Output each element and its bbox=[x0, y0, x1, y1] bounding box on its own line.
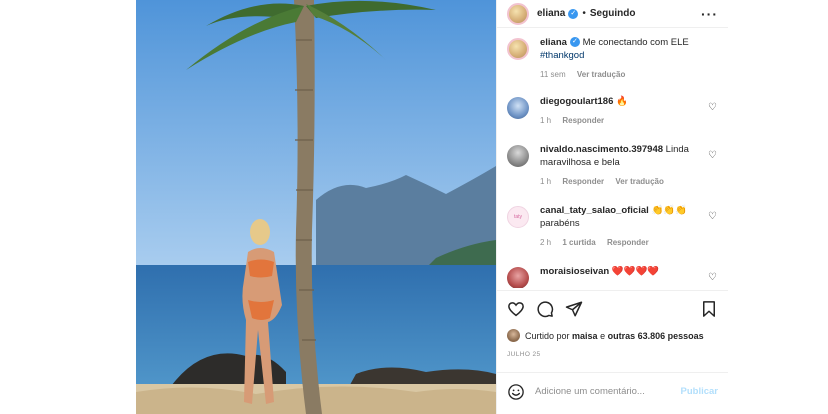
likes-summary: Curtido por maisa e outras 63.806 pessoa… bbox=[507, 329, 722, 342]
verified-badge-icon: ✓ bbox=[568, 8, 579, 19]
more-options-icon[interactable]: ··· bbox=[701, 6, 718, 22]
caption-author-avatar[interactable] bbox=[507, 38, 529, 60]
post-header: eliana ✓ • Seguindo ··· bbox=[497, 0, 728, 28]
comment-like-heart-icon[interactable]: ♡ bbox=[708, 273, 718, 283]
post-actions-bar bbox=[497, 290, 728, 326]
comment-avatar[interactable] bbox=[507, 267, 529, 288]
comment-meta: 2 h 1 curtida Responder bbox=[540, 236, 702, 249]
comment-see-translation[interactable]: Ver tradução bbox=[615, 177, 663, 186]
publish-button[interactable]: Publicar bbox=[681, 386, 719, 397]
beach-photo-illustration bbox=[136, 0, 496, 414]
separator-dot: • bbox=[582, 8, 586, 19]
caption-hashtag[interactable]: #thankgod bbox=[540, 50, 584, 61]
verified-badge-icon: ✓ bbox=[569, 37, 580, 48]
comment-username[interactable]: diegogoulart186 bbox=[540, 96, 613, 107]
liker-avatar[interactable] bbox=[507, 329, 520, 342]
post-photo[interactable] bbox=[136, 0, 496, 414]
comment-username[interactable]: canal_taty_salao_oficial bbox=[540, 205, 649, 216]
comment-reply-button[interactable]: Responder bbox=[607, 238, 649, 247]
comment-icon[interactable] bbox=[536, 300, 554, 318]
comment-text: ❤️❤️❤️❤️ bbox=[611, 266, 660, 277]
avatar-logo-text: taty bbox=[513, 214, 523, 220]
emoji-icon[interactable] bbox=[507, 383, 525, 401]
heart-icon[interactable] bbox=[507, 300, 525, 318]
comment-text: 🔥 bbox=[616, 96, 628, 107]
comment-like-heart-icon[interactable]: ♡ bbox=[708, 212, 718, 222]
add-comment-bar: Publicar bbox=[497, 372, 728, 410]
caption-meta: 11 sem Ver tradução bbox=[540, 68, 702, 81]
comment-item: nivaldo.nascimento.397948 Linda maravilh… bbox=[507, 143, 718, 188]
caption-see-translation[interactable]: Ver tradução bbox=[577, 70, 625, 79]
comment-like-heart-icon[interactable]: ♡ bbox=[708, 151, 718, 161]
comment-item: moraisioseivan ❤️❤️❤️❤️ ♡ bbox=[507, 265, 718, 288]
caption-text: Me conectando com ELE bbox=[582, 37, 689, 48]
paper-plane-icon[interactable] bbox=[565, 300, 583, 318]
comment-item: taty canal_taty_salao_oficial 👏👏👏 parabé… bbox=[507, 204, 718, 249]
comment-avatar[interactable]: taty bbox=[507, 206, 529, 228]
likes-others[interactable]: outras 63.806 pessoas bbox=[608, 331, 704, 341]
follow-status-button[interactable]: Seguindo bbox=[590, 8, 636, 19]
comment-username[interactable]: moraisioseivan bbox=[540, 266, 609, 277]
comment-input[interactable] bbox=[535, 386, 681, 397]
author-username[interactable]: eliana bbox=[537, 8, 565, 19]
comment-item: diegogoulart186 🔥 1 h Responder ♡ bbox=[507, 95, 718, 127]
comment-reply-button[interactable]: Responder bbox=[562, 177, 604, 186]
caption-time: 11 sem bbox=[540, 70, 566, 79]
comments-list[interactable]: eliana ✓ Me conectando com ELE #thankgod … bbox=[497, 36, 728, 288]
comment-time: 1 h bbox=[540, 177, 552, 186]
bookmark-icon[interactable] bbox=[700, 300, 718, 318]
comment-time: 1 h bbox=[540, 116, 552, 125]
likes-connector: e bbox=[600, 330, 606, 341]
comment-avatar[interactable] bbox=[507, 97, 529, 119]
comment-username[interactable]: nivaldo.nascimento.397948 bbox=[540, 144, 663, 155]
post-date[interactable]: JULHO 25 bbox=[507, 351, 541, 358]
liker-username[interactable]: maisa bbox=[572, 331, 598, 341]
caption-author-username[interactable]: eliana bbox=[540, 37, 567, 48]
likes-prefix: Curtido por bbox=[525, 330, 570, 341]
instagram-post-modal: eliana ✓ • Seguindo ··· eliana ✓ Me conec… bbox=[136, 0, 728, 414]
comment-meta: 1 h Responder Ver tradução bbox=[540, 175, 702, 188]
post-sidebar: eliana ✓ • Seguindo ··· eliana ✓ Me conec… bbox=[496, 0, 728, 414]
comment-avatar[interactable] bbox=[507, 145, 529, 167]
comment-reply-button[interactable]: Responder bbox=[562, 116, 604, 125]
comment-meta: 1 h Responder bbox=[540, 114, 702, 127]
caption: eliana ✓ Me conectando com ELE #thankgod … bbox=[507, 36, 718, 81]
comment-likes-count[interactable]: 1 curtida bbox=[562, 238, 595, 247]
comment-time: 2 h bbox=[540, 238, 552, 247]
author-avatar[interactable] bbox=[507, 2, 529, 25]
comment-like-heart-icon[interactable]: ♡ bbox=[708, 103, 718, 113]
